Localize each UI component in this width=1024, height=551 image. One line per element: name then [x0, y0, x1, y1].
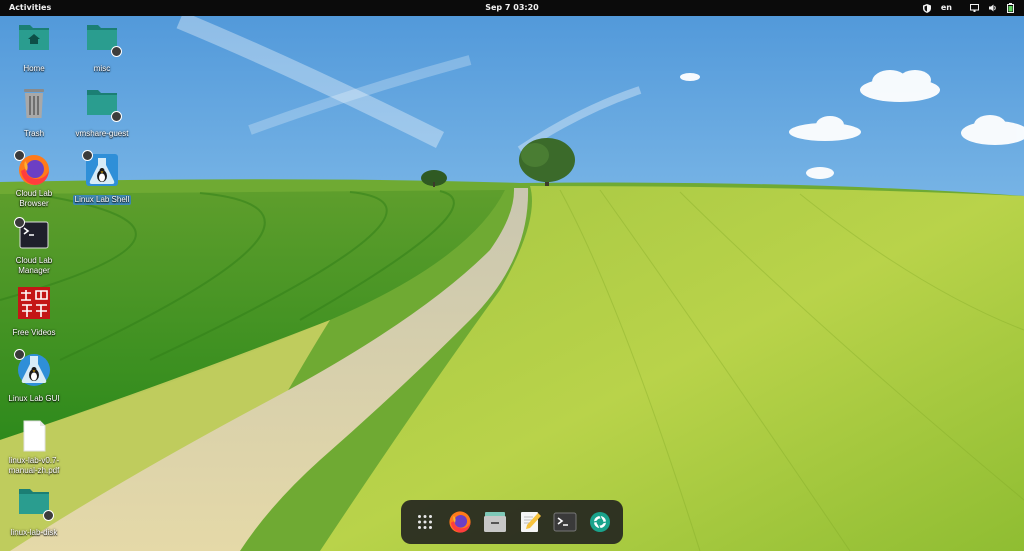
dock [401, 500, 623, 544]
check-badge-icon [14, 349, 25, 360]
desktop-icon-home[interactable]: Home [1, 22, 67, 75]
check-badge-icon [82, 150, 93, 161]
system-tray[interactable]: en [922, 0, 1014, 16]
check-badge-icon [14, 217, 25, 228]
desktop-icon-cloud-lab-browser[interactable]: Cloud Lab Browser [1, 150, 67, 210]
trash-icon [17, 87, 51, 121]
desktop-icon-trash[interactable]: Trash [1, 87, 67, 140]
firefox-icon[interactable] [446, 508, 474, 536]
check-badge-icon [14, 150, 25, 161]
desktop-icon-linux-lab-manual-pdf[interactable]: linux-lab-v0.7-manual-zh.pdf [1, 420, 67, 477]
folder-home-icon [17, 22, 51, 56]
folder-link-icon [17, 486, 54, 521]
clock-button[interactable]: Sep 7 03:20 [485, 3, 539, 12]
files-icon[interactable] [481, 508, 509, 536]
desktop-wallpaper [0, 0, 1024, 551]
desktop-icon-vmshare-guest[interactable]: vmshare-guest [69, 87, 135, 140]
camera-aperture-icon[interactable] [586, 508, 614, 536]
desktop-icon-free-videos[interactable]: Free Videos [1, 286, 67, 339]
battery-icon[interactable] [1007, 3, 1014, 13]
volume-icon[interactable] [989, 4, 997, 12]
desktop-icon-linux-lab-gui[interactable]: Linux Lab GUI [1, 349, 67, 405]
top-bar: Activities Sep 7 03:20 en [0, 0, 1024, 16]
show-apps-icon[interactable] [411, 508, 439, 536]
language-indicator[interactable]: en [941, 0, 952, 16]
pdf-document-icon [17, 420, 51, 454]
free-videos-icon [17, 286, 51, 320]
text-editor-icon[interactable] [516, 508, 544, 536]
desktop-icon-linux-lab-disk[interactable]: linux-lab-disk [1, 486, 67, 539]
desktop-icon-linux-lab-shell[interactable]: Linux Lab Shell [69, 150, 135, 206]
desktop-icon-cloud-lab-manager[interactable]: Cloud Lab Manager [1, 217, 67, 277]
terminal-icon[interactable] [551, 508, 579, 536]
folder-link-icon [85, 22, 122, 57]
linux-lab-icon [14, 349, 51, 386]
firefox-icon [14, 150, 51, 187]
terminal-icon [14, 217, 51, 254]
folder-link-icon [85, 87, 122, 122]
linux-lab-icon [82, 150, 119, 187]
display-icon[interactable] [970, 4, 979, 12]
shield-icon[interactable] [922, 3, 931, 13]
activities-button[interactable]: Activities [9, 0, 51, 16]
desktop-icon-misc[interactable]: misc [69, 22, 135, 75]
link-badge-icon [111, 111, 122, 122]
link-badge-icon [43, 510, 54, 521]
link-badge-icon [111, 46, 122, 57]
clock-display: Sep 7 03:20 [0, 0, 1024, 16]
